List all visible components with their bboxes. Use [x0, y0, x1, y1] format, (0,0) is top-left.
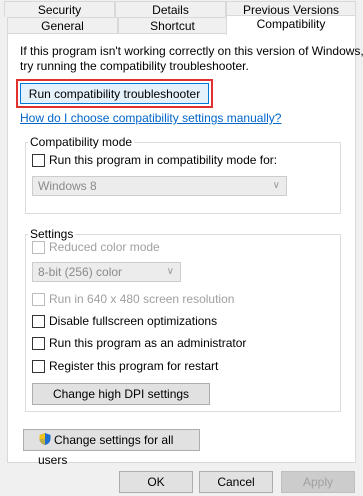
- tab-shortcut[interactable]: Shortcut: [118, 17, 227, 34]
- intro-text-line2: try running the compatibility troublesho…: [20, 59, 249, 73]
- tab-security-label: Security: [37, 3, 82, 17]
- os-version-value: Windows 8: [38, 179, 97, 193]
- os-version-select[interactable]: Windows 8 ∨: [32, 176, 287, 196]
- chevron-down-icon: ∨: [272, 180, 280, 191]
- run-as-admin-checkbox[interactable]: [32, 337, 45, 350]
- all-users-button[interactable]: Change settings for all users: [23, 429, 200, 467]
- apply-button[interactable]: Apply: [281, 471, 355, 493]
- resolution-640-label: Run in 640 x 480 screen resolution: [49, 292, 235, 306]
- disable-fullscreen-label[interactable]: Disable fullscreen optimizations: [49, 314, 217, 329]
- tab-security[interactable]: Security: [4, 1, 115, 17]
- reduced-color-label: Reduced color mode: [49, 240, 160, 254]
- chevron-down-icon: ∨: [166, 266, 174, 277]
- settings-title: Settings: [28, 227, 76, 241]
- ok-button[interactable]: OK: [119, 471, 193, 493]
- register-restart-checkbox[interactable]: [32, 360, 45, 373]
- color-depth-value: 8-bit (256) color: [38, 265, 123, 279]
- change-dpi-button[interactable]: Change high DPI settings: [32, 383, 210, 405]
- intro-text-line1: If this program isn't working correctly …: [20, 44, 363, 58]
- manual-settings-link[interactable]: How do I choose compatibility settings m…: [20, 111, 281, 125]
- compatibility-mode-title: Compatibility mode: [28, 135, 135, 149]
- tab-details-label: Details: [152, 3, 189, 17]
- compatibility-panel: If this program isn't working correctly …: [7, 33, 363, 467]
- tab-compatibility[interactable]: Compatibility: [226, 15, 356, 35]
- color-depth-select[interactable]: 8-bit (256) color ∨: [32, 262, 181, 282]
- tab-general[interactable]: General: [7, 17, 118, 34]
- tab-shortcut-label: Shortcut: [150, 19, 195, 33]
- reduced-color-checkbox[interactable]: [32, 241, 45, 254]
- run-troubleshooter-button[interactable]: Run compatibility troubleshooter: [20, 83, 209, 104]
- shield-icon: [38, 432, 52, 446]
- resolution-640-checkbox[interactable]: [32, 293, 45, 306]
- compatibility-mode-checkbox[interactable]: [32, 154, 45, 167]
- run-as-admin-label[interactable]: Run this program as an administrator: [49, 336, 246, 351]
- tab-general-label: General: [41, 19, 84, 33]
- register-restart-label[interactable]: Register this program for restart: [49, 359, 218, 374]
- disable-fullscreen-checkbox[interactable]: [32, 315, 45, 328]
- all-users-label: Change settings for all users: [38, 433, 174, 467]
- compatibility-mode-label[interactable]: Run this program in compatibility mode f…: [49, 153, 277, 168]
- tab-details[interactable]: Details: [115, 1, 226, 17]
- cancel-button[interactable]: Cancel: [199, 471, 273, 493]
- tab-compatibility-label: Compatibility: [256, 17, 326, 31]
